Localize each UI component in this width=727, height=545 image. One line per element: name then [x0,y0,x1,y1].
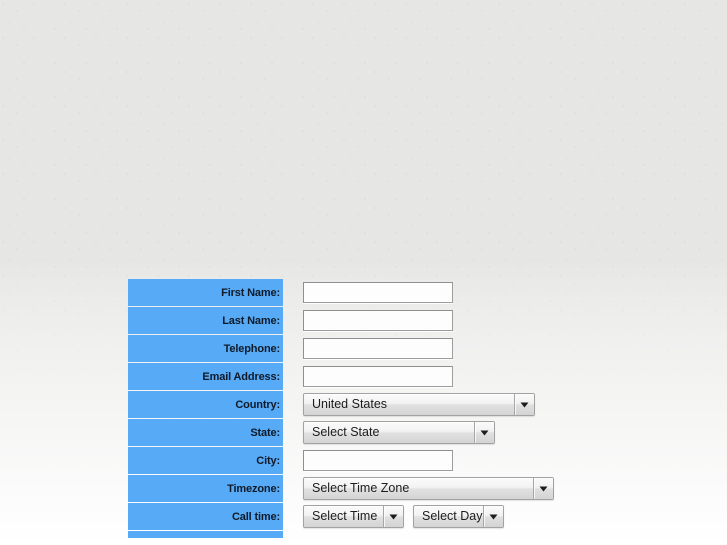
state-select-value: Select State [312,425,380,439]
chevron-down-icon[interactable] [514,394,534,415]
call-time-time-select[interactable]: Select Time [303,505,404,528]
control-email-address [283,363,453,390]
form-row-telephone: Telephone: [128,335,688,362]
control-telephone [283,335,453,362]
telephone-input[interactable] [303,338,453,359]
control-country: United States [283,391,535,418]
label-first-name: First Name: [128,279,283,306]
chevron-down-icon[interactable] [474,422,494,443]
call-time-day-select[interactable]: Select Day [413,505,504,528]
label-country: Country: [128,391,283,418]
label-city: City: [128,447,283,474]
label-state: State: [128,419,283,446]
form-row-first-name: First Name: [128,279,688,306]
timezone-select-value: Select Time Zone [312,481,410,495]
control-state: Select State [283,419,495,446]
form-row-country: Country: United States [128,391,688,418]
email-address-input[interactable] [303,366,453,387]
form-row-clipped-bottom: Wh [128,531,688,538]
country-select-value: United States [312,397,388,411]
control-timezone: Select Time Zone [283,475,554,502]
city-input[interactable] [303,450,453,471]
control-first-name [283,279,453,306]
label-clipped-bottom: Wh [128,531,283,538]
form-row-city: City: [128,447,688,474]
contact-call-scheduling-form: First Name: Last Name: Telephone: Email … [128,279,688,539]
form-row-timezone: Timezone: Select Time Zone [128,475,688,502]
chevron-down-icon[interactable] [383,506,403,527]
timezone-select[interactable]: Select Time Zone [303,477,554,500]
control-call-time: Select Time Select Day [283,503,504,530]
form-row-state: State: Select State [128,419,688,446]
chevron-down-icon[interactable] [533,478,553,499]
label-email-address: Email Address: [128,363,283,390]
form-row-call-time: Call time: Select Time Select Day [128,503,688,530]
country-select[interactable]: United States [303,393,535,416]
label-call-time: Call time: [128,503,283,530]
label-timezone: Timezone: [128,475,283,502]
label-telephone: Telephone: [128,335,283,362]
chevron-down-icon[interactable] [483,506,503,527]
form-row-email-address: Email Address: [128,363,688,390]
control-city [283,447,453,474]
first-name-input[interactable] [303,282,453,303]
state-select[interactable]: Select State [303,421,495,444]
control-clipped-bottom [283,531,303,538]
label-last-name: Last Name: [128,307,283,334]
last-name-input[interactable] [303,310,453,331]
control-last-name [283,307,453,334]
form-row-last-name: Last Name: [128,307,688,334]
